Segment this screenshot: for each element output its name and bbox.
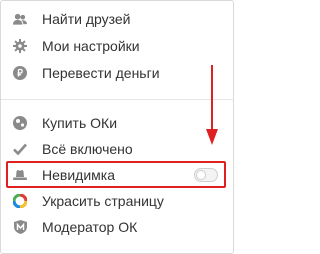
menu-item-label: Найти друзей: [42, 11, 131, 27]
menu-item-settings[interactable]: Мои настройки: [1, 33, 233, 59]
menu-item-find-friends[interactable]: Найти друзей: [1, 6, 233, 32]
menu-item-buy-ok[interactable]: Купить ОКи: [1, 110, 233, 136]
color-wheel-icon: [13, 194, 27, 208]
menu-divider: [1, 99, 233, 100]
menu-item-label: Модератор ОК: [42, 219, 138, 235]
menu-item-label: Мои настройки: [42, 38, 140, 54]
menu-item-transfer-money[interactable]: Перевести деньги: [1, 60, 233, 86]
gear-icon: [13, 39, 27, 53]
dropdown-menu: Найти друзей Мои настройки Перевести ден…: [0, 0, 234, 254]
menu-item-label: Украсить страницу: [42, 193, 164, 209]
arrow-down-annotation-icon: [206, 65, 218, 145]
checkmark-icon: [13, 142, 27, 156]
ruble-coin-icon: [13, 66, 27, 80]
moderator-shield-icon: [13, 220, 27, 234]
menu-item-label: Купить ОКи: [42, 115, 118, 131]
menu-item-all-inclusive[interactable]: Всё включено: [1, 136, 233, 162]
menu-item-decorate-page[interactable]: Украсить страницу: [1, 188, 233, 214]
ok-coins-icon: [13, 116, 27, 130]
menu-item-label: Перевести деньги: [42, 65, 160, 81]
menu-item-label: Всё включено: [42, 141, 133, 157]
menu-item-moderator[interactable]: Модератор ОК: [1, 214, 233, 240]
highlight-annotation: [6, 161, 226, 188]
friends-icon: [13, 12, 27, 26]
